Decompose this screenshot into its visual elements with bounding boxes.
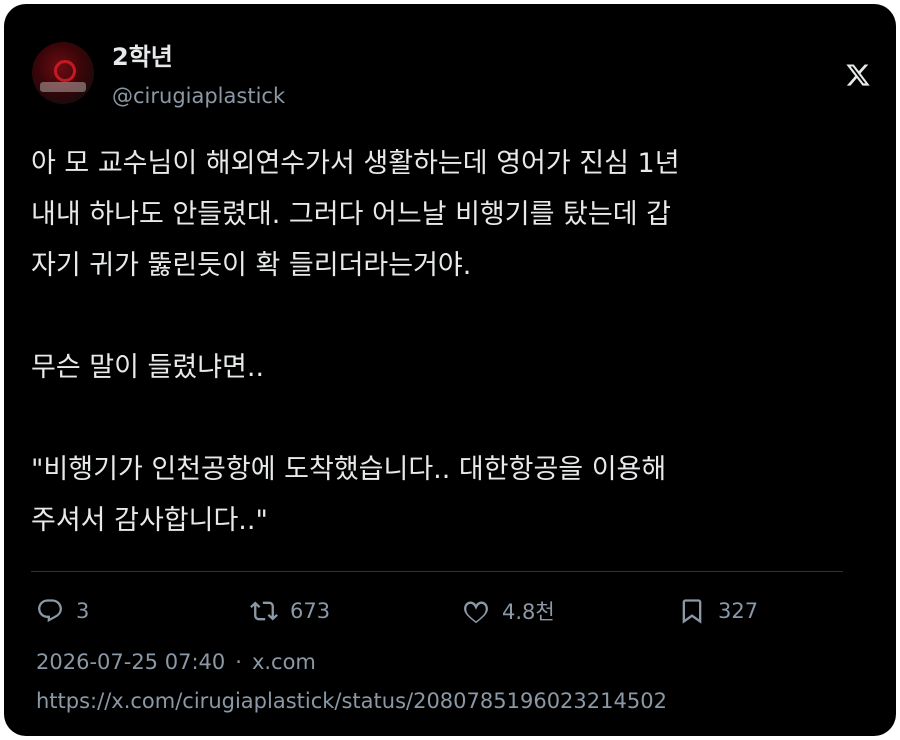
avatar-emblem xyxy=(54,60,76,82)
source-link[interactable]: x.com xyxy=(252,650,316,674)
retweet-button[interactable]: 673 xyxy=(250,594,330,628)
bookmark-button[interactable]: 327 xyxy=(678,594,758,628)
author-display-name[interactable]: 2학년 xyxy=(112,42,173,72)
reply-count: 3 xyxy=(76,599,90,623)
tweet-text: 아 모 교수님이 해외연수가서 생활하는데 영어가 진심 1년 내내 하나도 안… xyxy=(31,148,680,536)
tweet-meta: 2026-07-25 07:40 · x.com xyxy=(36,647,316,677)
x-logo-icon[interactable] xyxy=(844,62,872,88)
bookmark-icon xyxy=(678,597,706,625)
retweet-count: 673 xyxy=(290,599,331,623)
author-handle[interactable]: @cirugiaplastick xyxy=(112,82,285,110)
reply-icon xyxy=(36,597,64,625)
tweet-url[interactable]: https://x.com/cirugiaplastick/status/208… xyxy=(36,686,667,716)
avatar-caption xyxy=(40,82,86,92)
bookmark-count: 327 xyxy=(718,599,759,623)
tweet-card: 2학년 @cirugiaplastick 아 모 교수님이 해외연수가서 생활하… xyxy=(4,4,896,736)
like-count: 4.8천 xyxy=(502,600,555,624)
timestamp[interactable]: 2026-07-25 07:40 xyxy=(36,650,225,674)
retweet-icon xyxy=(250,597,278,625)
like-button[interactable]: 4.8천 xyxy=(462,594,555,628)
meta-separator: · xyxy=(235,650,242,674)
avatar[interactable] xyxy=(32,42,94,104)
divider xyxy=(31,571,843,572)
reply-button[interactable]: 3 xyxy=(36,594,89,628)
heart-icon xyxy=(462,597,490,625)
